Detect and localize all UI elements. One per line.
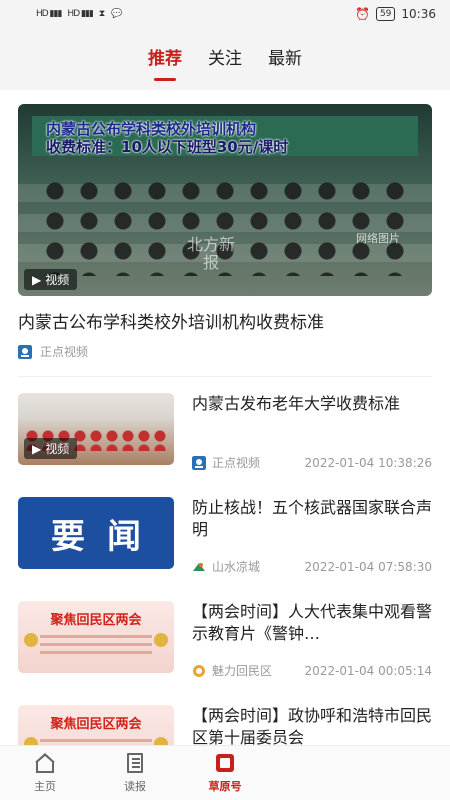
- image-watermark-logo: 北方新报: [186, 235, 235, 272]
- publish-time: 2022-01-04 00:05:14: [304, 663, 432, 678]
- source-logo-icon: [18, 344, 32, 359]
- banner-text-line2: 收费标准：10人以下班型30元/课时: [46, 138, 289, 156]
- list-item[interactable]: 要闻 防止核战！五个核武器国家联合声明 山水凉城 2022-01-04 07:5…: [0, 481, 450, 585]
- thumbnail-text: 聚焦回民区两会: [50, 717, 142, 732]
- thumbnail-text: 要闻: [51, 516, 163, 557]
- nav-home[interactable]: 主页: [0, 746, 90, 800]
- article-title[interactable]: 内蒙古发布老年大学收费标准: [192, 393, 432, 415]
- chat-icon: 💬: [111, 9, 123, 19]
- status-left-icons: HD ▮▮▮ HD ▮▮▮ ⧗ 💬: [36, 9, 122, 19]
- list-item[interactable]: ▶ 视频 内蒙古发布老年大学收费标准 正点视频 2022-01-04 10:38…: [0, 377, 450, 481]
- emblem-icon: [24, 633, 38, 647]
- grassland-icon: [214, 752, 236, 774]
- article-title[interactable]: 防止核战！五个核武器国家联合声明: [192, 497, 432, 541]
- hourglass-icon: ⧗: [98, 9, 106, 19]
- emblem-icon: [154, 737, 168, 745]
- status-time: 10:36: [401, 7, 436, 21]
- article-thumbnail[interactable]: 聚焦回民区两会: [18, 601, 174, 673]
- source-name: 正点视频: [212, 456, 261, 470]
- source-name: 山水凉城: [212, 560, 261, 574]
- article-thumbnail[interactable]: ▶ 视频: [18, 393, 174, 465]
- play-icon: ▶: [32, 272, 42, 287]
- nav-label: 主页: [34, 780, 56, 793]
- nav-newspaper[interactable]: 读报: [90, 746, 180, 800]
- tab-recommend[interactable]: 推荐: [148, 44, 182, 75]
- news-feed[interactable]: 内蒙古公布学科类校外培训机构 收费标准：10人以下班型30元/课时 网络图片 北…: [0, 90, 450, 745]
- thumbnail-text: 聚焦回民区两会: [50, 613, 142, 628]
- image-watermark: 网络图片: [356, 232, 400, 245]
- featured-title[interactable]: 内蒙古公布学科类校外培训机构收费标准: [18, 311, 432, 335]
- nav-grassland[interactable]: 草原号: [180, 746, 270, 800]
- list-item[interactable]: 聚焦回民区两会 【两会时间】人大代表集中观看警示教育片《警钟… 魅力回民区 20…: [0, 585, 450, 689]
- status-bar: HD ▮▮▮ HD ▮▮▮ ⧗ 💬 ⏰ 59 10:36: [0, 0, 450, 28]
- signal-4g-icon: HD ▮▮▮: [36, 9, 62, 19]
- bottom-navigation: 主页 读报 草原号: [0, 745, 450, 800]
- video-badge-label: 视频: [45, 442, 70, 456]
- alarm-icon: ⏰: [355, 7, 370, 21]
- article-title[interactable]: 【两会时间】人大代表集中观看警示教育片《警钟…: [192, 601, 432, 645]
- video-badge: ▶ 视频: [24, 438, 78, 459]
- featured-article[interactable]: 内蒙古公布学科类校外培训机构 收费标准：10人以下班型30元/课时 网络图片 北…: [0, 90, 450, 377]
- top-tabs: 推荐 关注 最新: [0, 28, 450, 90]
- featured-video-thumbnail[interactable]: 内蒙古公布学科类校外培训机构 收费标准：10人以下班型30元/课时 网络图片 北…: [18, 104, 432, 296]
- source-name: 魅力回民区: [212, 664, 273, 678]
- newspaper-icon: [124, 752, 146, 774]
- battery-indicator: 59: [375, 7, 396, 21]
- video-badge-label: 视频: [45, 273, 70, 287]
- source-name: 正点视频: [40, 345, 89, 359]
- emblem-icon: [154, 633, 168, 647]
- tab-latest[interactable]: 最新: [268, 44, 302, 75]
- source-logo-icon: [193, 562, 205, 571]
- play-icon: ▶: [32, 441, 42, 456]
- video-badge: ▶ 视频: [24, 269, 78, 290]
- publish-time: 2022-01-04 10:38:26: [304, 455, 432, 470]
- list-item[interactable]: 聚焦回民区两会 【两会时间】政协呼和浩特市回民区第十届委员会: [0, 689, 450, 745]
- publish-time: 2022-01-04 07:58:30: [304, 559, 432, 574]
- featured-source: 正点视频: [18, 343, 432, 360]
- nav-label: 读报: [124, 780, 146, 793]
- source-logo-icon: [192, 455, 206, 470]
- article-title[interactable]: 【两会时间】政协呼和浩特市回民区第十届委员会: [192, 705, 432, 745]
- article-thumbnail[interactable]: 聚焦回民区两会: [18, 705, 174, 745]
- source-logo-icon: [193, 664, 205, 677]
- home-icon: [34, 752, 56, 774]
- signal-4g-icon: HD ▮▮▮: [67, 9, 93, 19]
- nav-label: 草原号: [208, 780, 242, 793]
- emblem-icon: [24, 737, 38, 745]
- tab-follow[interactable]: 关注: [208, 44, 242, 75]
- article-thumbnail[interactable]: 要闻: [18, 497, 174, 569]
